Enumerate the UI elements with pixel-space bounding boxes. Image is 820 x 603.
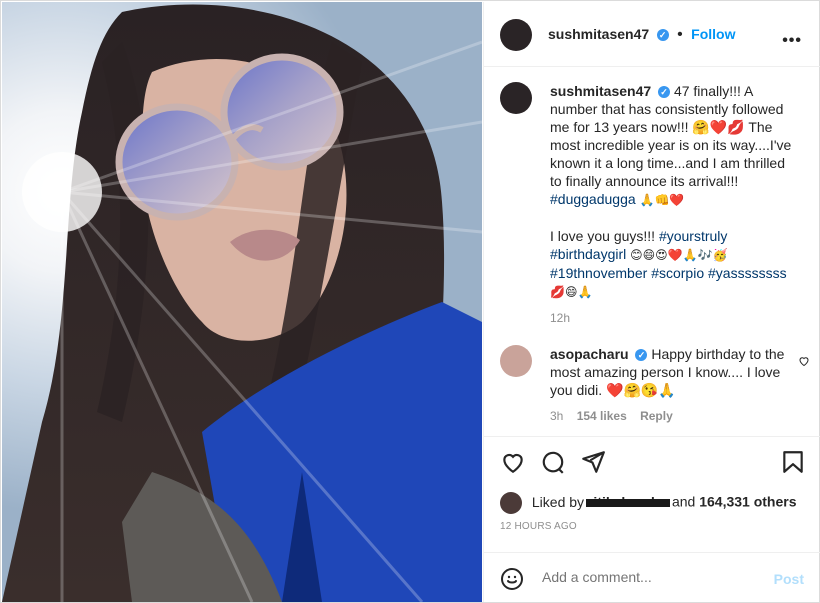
likes-summary: Liked by ritikabandra and 164,331 others [500,492,797,514]
caption-emoji-3: 💋😄🙏 [550,285,593,299]
portrait-image [2,2,482,602]
comment-item: asopacharu ✓ Happy birthday to the most … [500,345,810,425]
save-bookmark-icon[interactable] [780,449,806,475]
liker-username-redacted[interactable]: ritikabandra [585,494,671,510]
caption-body: sushmitasen47 ✓ 47 finally!!! A number t… [550,82,800,327]
caption-emoji-2: 😊😄😍❤️🙏🎶🥳 [630,248,728,262]
hashtag-19thnovember[interactable]: #19thnovember [550,265,647,281]
verified-badge-icon: ✓ [635,349,648,362]
comment-body: asopacharu ✓ Happy birthday to the most … [550,345,790,425]
likes-count[interactable]: 164,331 others [699,494,796,510]
verified-badge-icon: ✓ [656,28,669,41]
comment-heart-icon[interactable] [798,355,810,367]
post-frame: sushmitasen47 ✓ • Follow ••• sushmitasen… [0,0,820,603]
hashtag-yourstruly[interactable]: #yourstruly [659,228,727,244]
post-caption: sushmitasen47 ✓ 47 finally!!! A number t… [500,82,800,327]
likes-and-label: and [671,493,696,510]
redaction-bar [585,498,671,507]
post-photo[interactable] [2,2,482,602]
caption-time[interactable]: 12h [550,309,800,327]
hashtag-scorpio[interactable]: #scorpio [651,265,704,281]
comment-meta: 3h 154 likes Reply [550,407,790,425]
share-send-icon[interactable] [580,449,606,475]
caption-text-2: I love you guys!!! [550,228,656,244]
comment-bubble-icon[interactable] [540,449,566,475]
commenter-username[interactable]: asopacharu [550,346,629,362]
hashtag-duggadugga[interactable]: #duggadugga [550,191,636,207]
hashtag-yassssssss[interactable]: #yassssssss [708,265,787,281]
post-header: sushmitasen47 ✓ • Follow ••• [484,2,820,67]
post-side-panel: sushmitasen47 ✓ • Follow ••• sushmitasen… [483,2,820,602]
like-heart-icon[interactable] [500,449,526,475]
hashtag-birthdaygirl[interactable]: #birthdaygirl [550,246,626,262]
caption-avatar[interactable] [500,82,532,114]
post-comment-button[interactable]: Post [774,571,804,587]
post-actions [484,436,820,487]
follow-button[interactable]: Follow [691,26,735,42]
liker-avatar[interactable] [500,492,522,514]
header-dot: • [677,26,683,43]
add-comment-input[interactable] [540,568,754,586]
verified-badge-icon: ✓ [658,86,671,99]
header-user-line: sushmitasen47 ✓ • Follow [548,26,735,44]
liked-by-label: Liked by [531,493,585,510]
post-timestamp[interactable]: 12 HOURS AGO [500,521,577,532]
caption-username[interactable]: sushmitasen47 [550,83,651,99]
commenter-avatar[interactable] [500,345,532,377]
author-username[interactable]: sushmitasen47 [548,26,649,42]
add-comment-bar: Post [484,552,820,603]
emoji-smiley-icon[interactable] [500,567,524,591]
caption-emoji-1: 🙏👊❤️ [639,193,685,207]
comment-time[interactable]: 3h [550,409,563,423]
comment-likes[interactable]: 154 likes [577,409,627,423]
author-avatar[interactable] [500,19,532,51]
more-options-icon[interactable]: ••• [782,32,802,50]
comment-reply-button[interactable]: Reply [640,409,673,423]
